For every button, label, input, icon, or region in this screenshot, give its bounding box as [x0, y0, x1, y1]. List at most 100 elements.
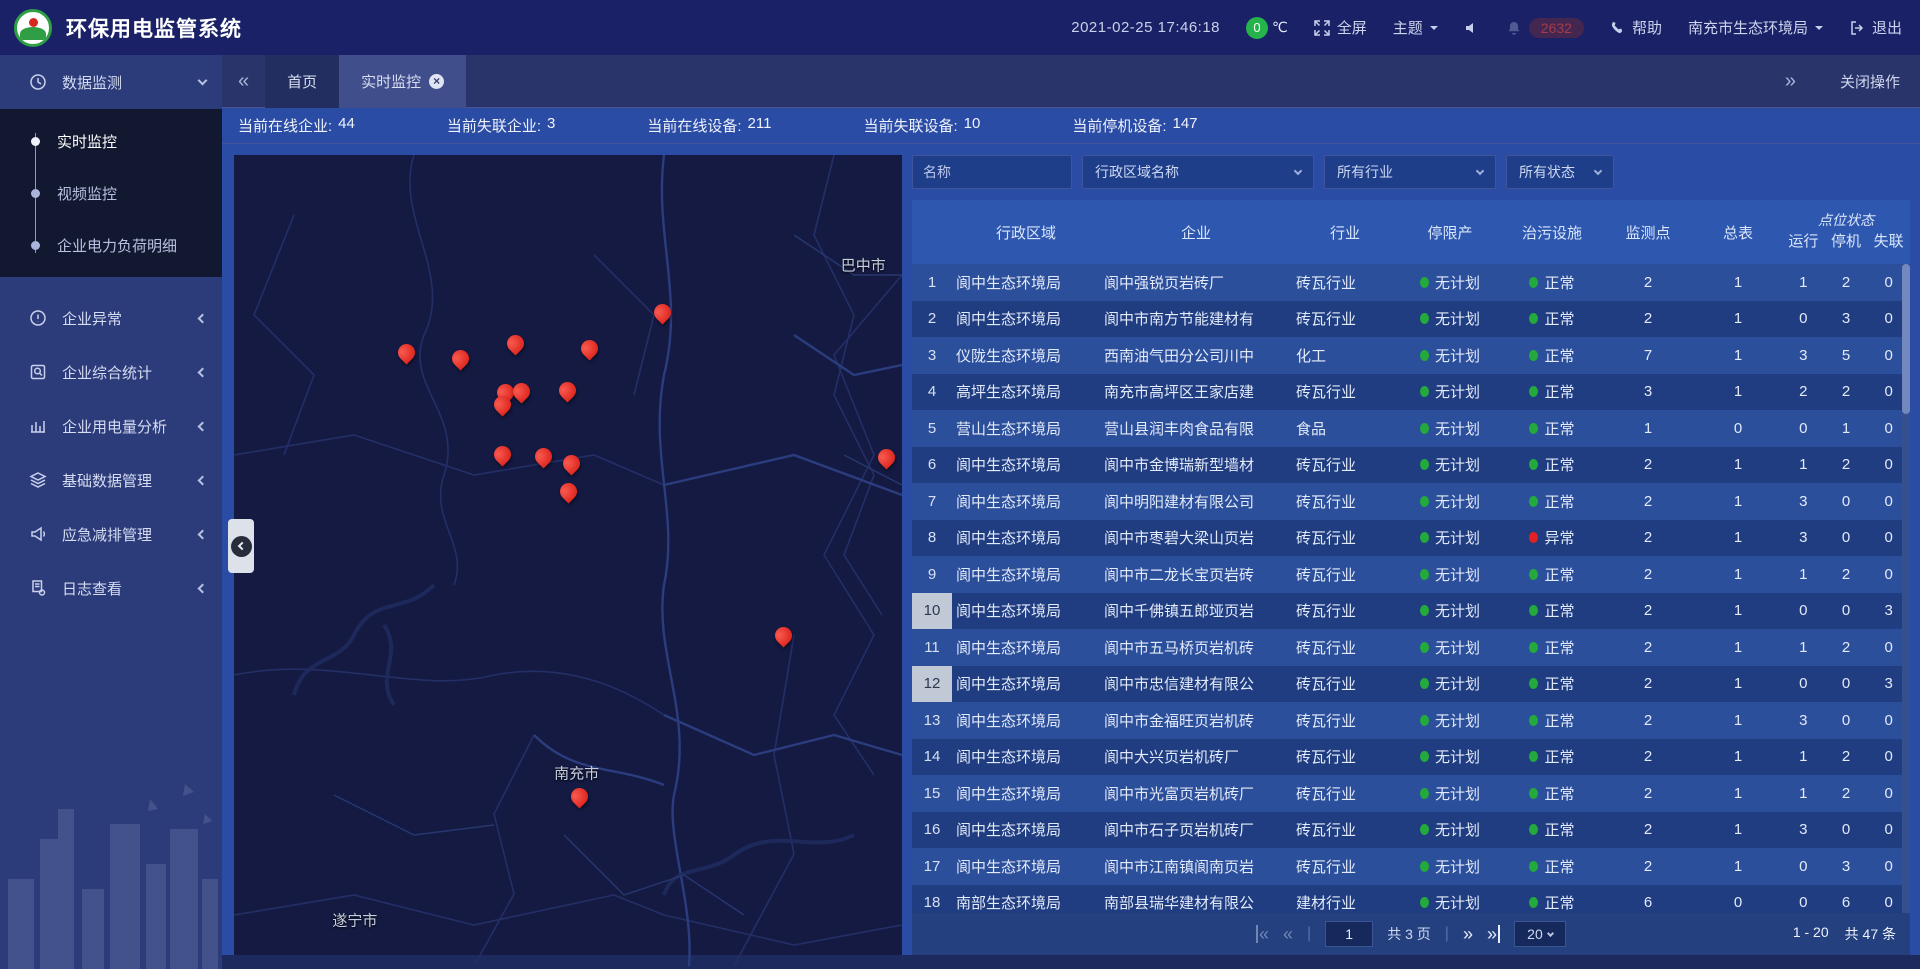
table-row[interactable]: 16 阆中生态环境局 阆中市石子页岩机砖厂 砖瓦行业 无计划: [912, 812, 1910, 849]
table-row[interactable]: 8 阆中生态环境局 阆中市枣碧大梁山页岩 砖瓦行业 无计划: [912, 520, 1910, 557]
sidebar-item-enterprise-abnormal[interactable]: 企业异常: [0, 291, 222, 345]
notification-button[interactable]: 2632: [1506, 18, 1584, 38]
tab-close-icon[interactable]: ×: [429, 74, 444, 89]
sidebar-item-label: 企业异常: [62, 308, 199, 329]
table-row[interactable]: 15 阆中生态环境局 阆中市光富页岩机砖厂 砖瓦行业 无计划: [912, 775, 1910, 812]
tabs-scroll-left-icon[interactable]: «: [222, 70, 265, 93]
tab-home[interactable]: 首页: [265, 55, 339, 108]
sidebar-item-video-monitoring[interactable]: 视频监控: [0, 167, 222, 219]
sidebar-item-data-monitoring[interactable]: 数据监测: [0, 55, 222, 109]
region-filter-select[interactable]: 行政区域名称: [1082, 155, 1314, 189]
header-actions: 2021-02-25 17:46:18 0 ℃ 全屏 主题 2632: [1071, 17, 1902, 39]
page-size-value: 20: [1527, 926, 1543, 942]
cell-stop: 0: [1825, 493, 1868, 510]
table-row[interactable]: 10 阆中生态环境局 阆中千佛镇五郎垭页岩 砖瓦行业 无计划: [912, 593, 1910, 630]
fullscreen-button[interactable]: 全屏: [1314, 17, 1367, 38]
sidebar-submenu: 实时监控 视频监控 企业电力负荷明细: [0, 109, 222, 277]
cell-monitor: 2: [1602, 821, 1694, 838]
table-row[interactable]: 17 阆中生态环境局 阆中市江南镇阆南页岩 砖瓦行业 无计划: [912, 848, 1910, 885]
total-pages-label: 共 3 页: [1387, 924, 1431, 944]
table-row[interactable]: 6 阆中生态环境局 阆中市金博瑞新型墙材 砖瓦行业 无计划: [912, 447, 1910, 484]
cell-stop: 2: [1825, 456, 1868, 473]
pagination-bar: « « | 共 3 页 | » » 20: [912, 913, 1910, 955]
row-number: 18: [912, 885, 952, 914]
sidebar-item-emergency-reduction[interactable]: 应急减排管理: [0, 507, 222, 561]
cell-monitor: 2: [1602, 566, 1694, 583]
table-row[interactable]: 7 阆中生态环境局 阆中明阳建材有限公司 砖瓦行业 无计划: [912, 483, 1910, 520]
table-row[interactable]: 1 阆中生态环境局 阆中强锐页岩砖厂 砖瓦行业 无计划: [912, 264, 1910, 301]
name-filter-input[interactable]: [912, 155, 1072, 189]
cell-company: 阆中明阳建材有限公司: [1100, 491, 1292, 512]
user-label: 南充市生态环境局: [1688, 17, 1808, 38]
row-number: 14: [912, 739, 952, 776]
sidebar-item-power-analysis[interactable]: 企业用电量分析: [0, 399, 222, 453]
table-row[interactable]: 12 阆中生态环境局 阆中市忠信建材有限公 砖瓦行业 无计划: [912, 666, 1910, 703]
sidebar-item-power-load-detail[interactable]: 企业电力负荷明细: [0, 219, 222, 271]
sidebar-item-enterprise-statistics[interactable]: 企业综合统计: [0, 345, 222, 399]
cell-run: 1: [1782, 456, 1825, 473]
first-page-icon[interactable]: «: [1256, 925, 1269, 943]
cell-run: 1: [1782, 274, 1825, 291]
stat-value: 3: [547, 115, 555, 136]
status-dot: [1420, 605, 1429, 616]
map-panel[interactable]: 巴中市 南充市 遂宁市: [234, 155, 902, 955]
mute-button[interactable]: [1464, 20, 1480, 36]
cell-stop: 0: [1825, 529, 1868, 546]
facility-text: 正常: [1544, 710, 1574, 731]
cell-run: 3: [1782, 347, 1825, 364]
status-dot: [1529, 897, 1538, 908]
industry-filter-select[interactable]: 所有行业: [1324, 155, 1496, 189]
cell-company: 阆中市南方节能建材有: [1100, 308, 1292, 329]
scrollbar-thumb[interactable]: [1902, 264, 1910, 414]
table-row[interactable]: 3 仪陇生态环境局 西南油气田分公司川中 化工 无计划: [912, 337, 1910, 374]
cell-stop: 3: [1825, 858, 1868, 875]
tabs-scroll-right-icon[interactable]: »: [1769, 70, 1812, 93]
plan-text: 无计划: [1435, 564, 1480, 585]
page-size-select[interactable]: 20: [1514, 921, 1566, 947]
sidebar-item-realtime-monitoring[interactable]: 实时监控: [0, 115, 222, 167]
user-menu[interactable]: 南充市生态环境局: [1688, 17, 1823, 38]
cell-run: 3: [1782, 493, 1825, 510]
table-row[interactable]: 9 阆中生态环境局 阆中市二龙长宝页岩砖 砖瓦行业 无计划: [912, 556, 1910, 593]
row-number: 5: [912, 410, 952, 447]
status-dot: [1420, 496, 1429, 507]
panel-collapse-handle[interactable]: [228, 519, 254, 573]
status-dot: [1529, 459, 1538, 470]
cell-facility: 异常: [1502, 527, 1602, 548]
cell-run: 2: [1782, 383, 1825, 400]
notification-count-badge: 2632: [1529, 18, 1584, 38]
cell-total: 1: [1694, 712, 1782, 729]
sidebar-item-basic-data[interactable]: 基础数据管理: [0, 453, 222, 507]
table-scrollbar[interactable]: [1902, 264, 1910, 913]
table-row[interactable]: 11 阆中生态环境局 阆中市五马桥页岩机砖 砖瓦行业 无计划: [912, 629, 1910, 666]
status-dot: [1420, 277, 1429, 288]
sidebar-item-log-view[interactable]: 日志查看: [0, 561, 222, 615]
last-page-icon[interactable]: »: [1487, 925, 1500, 943]
status-filter-select[interactable]: 所有状态: [1506, 155, 1614, 189]
logout-button[interactable]: 退出: [1849, 17, 1902, 38]
table-row[interactable]: 2 阆中生态环境局 阆中市南方节能建材有 砖瓦行业 无计划: [912, 301, 1910, 338]
next-page-icon[interactable]: »: [1463, 925, 1473, 943]
help-button[interactable]: 帮助: [1610, 17, 1662, 38]
table-row[interactable]: 18 南部生态环境局 南部县瑞华建材有限公 建材行业 无计划: [912, 885, 1910, 914]
table-row[interactable]: 13 阆中生态环境局 阆中市金福旺页岩机砖 砖瓦行业 无计划: [912, 702, 1910, 739]
row-number: 2: [912, 301, 952, 338]
close-operations-button[interactable]: 关闭操作: [1840, 71, 1900, 92]
tab-realtime-monitoring[interactable]: 实时监控 ×: [339, 55, 466, 108]
city-label: 南充市: [554, 762, 599, 783]
cell-region: 阆中生态环境局: [952, 637, 1100, 658]
cell-run: 0: [1782, 310, 1825, 327]
table-row[interactable]: 14 阆中生态环境局 阆中大兴页岩机砖厂 砖瓦行业 无计划: [912, 739, 1910, 776]
prev-page-icon[interactable]: «: [1283, 925, 1293, 943]
status-dot: [1420, 715, 1429, 726]
theme-dropdown[interactable]: 主题: [1393, 17, 1438, 38]
page-number-input[interactable]: [1325, 921, 1373, 947]
plan-text: 无计划: [1435, 527, 1480, 548]
table-row[interactable]: 5 营山生态环境局 营山县润丰肉食品有限 食品 无计划: [912, 410, 1910, 447]
pager-divider: |: [1445, 925, 1449, 943]
cell-facility: 正常: [1502, 892, 1602, 913]
cell-industry: 食品: [1292, 418, 1398, 439]
row-number: 15: [912, 775, 952, 812]
table-row[interactable]: 4 高坪生态环境局 南充市高坪区王家店建 砖瓦行业 无计划: [912, 374, 1910, 411]
cell-plan: 无计划: [1398, 783, 1502, 804]
